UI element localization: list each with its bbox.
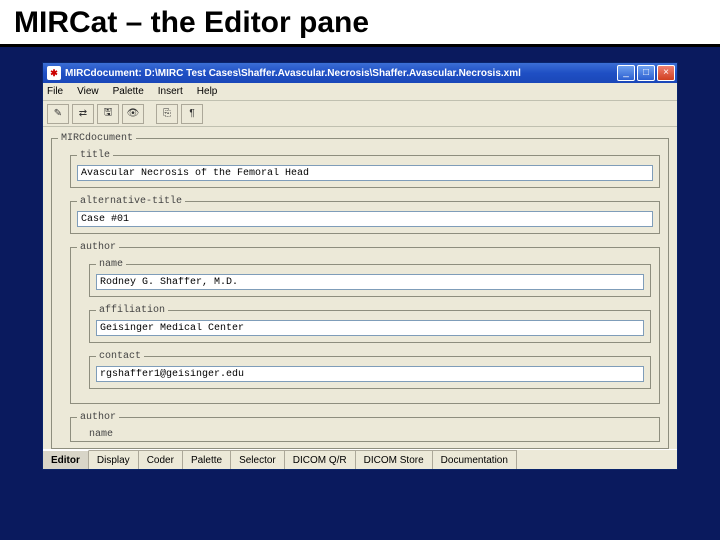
tab-display[interactable]: Display [89, 450, 139, 469]
title-label: title [77, 150, 113, 161]
close-button[interactable]: × [657, 65, 675, 81]
export-icon[interactable]: ⎘ [156, 104, 178, 124]
author1-legend: author [77, 242, 119, 253]
author1-name-group: name [89, 259, 651, 297]
mircdocument-group: MIRCdocument title alternative-title aut… [51, 133, 669, 449]
author1-contact-label: contact [96, 351, 144, 362]
title-input[interactable] [77, 165, 653, 181]
author2-name-label: name [89, 429, 653, 440]
author1-contact-group: contact [89, 351, 651, 389]
menu-view[interactable]: View [77, 86, 99, 97]
tab-dicom-store[interactable]: DICOM Store [356, 450, 433, 469]
tab-selector[interactable]: Selector [231, 450, 285, 469]
window-title: MIRCdocument: D:\MIRC Test Cases\Shaffer… [65, 68, 617, 79]
window-buttons: _ □ × [617, 65, 675, 81]
tab-coder[interactable]: Coder [139, 450, 183, 469]
new-icon[interactable]: ✎ [47, 104, 69, 124]
bottom-tabs: Editor Display Coder Palette Selector DI… [43, 449, 677, 469]
toolbar: ✎ ⇄ 🖫 👁 ⎘ ¶ [43, 101, 677, 127]
author2-legend: author [77, 412, 119, 423]
save-icon[interactable]: 🖫 [97, 104, 119, 124]
author1-name-label: name [96, 259, 126, 270]
alt-title-input[interactable] [77, 211, 653, 227]
menu-insert[interactable]: Insert [158, 86, 183, 97]
tab-dicom-qr[interactable]: DICOM Q/R [285, 450, 356, 469]
author1-name-input[interactable] [96, 274, 644, 290]
alt-title-group: alternative-title [70, 196, 660, 234]
author1-affiliation-input[interactable] [96, 320, 644, 336]
preview-icon[interactable]: 👁 [122, 104, 144, 124]
tab-palette[interactable]: Palette [183, 450, 231, 469]
menu-help[interactable]: Help [197, 86, 218, 97]
tab-documentation[interactable]: Documentation [433, 450, 517, 469]
menu-file[interactable]: File [47, 86, 63, 97]
app-icon: ✱ [47, 66, 61, 80]
title-group: title [70, 150, 660, 188]
author1-contact-input[interactable] [96, 366, 644, 382]
minimize-button[interactable]: _ [617, 65, 635, 81]
author1-group: author name affiliation contact [70, 242, 660, 404]
author1-affiliation-label: affiliation [96, 305, 168, 316]
slide-title: MIRCat – the Editor pane [0, 0, 720, 47]
menu-palette[interactable]: Palette [113, 86, 144, 97]
maximize-button[interactable]: □ [637, 65, 655, 81]
mircdocument-legend: MIRCdocument [58, 133, 136, 144]
open-icon[interactable]: ⇄ [72, 104, 94, 124]
tab-editor[interactable]: Editor [43, 450, 89, 469]
author1-affiliation-group: affiliation [89, 305, 651, 343]
alt-title-label: alternative-title [77, 196, 185, 207]
app-window: ✱ MIRCdocument: D:\MIRC Test Cases\Shaff… [42, 62, 678, 470]
author2-group: author name [70, 412, 660, 442]
editor-pane: MIRCdocument title alternative-title aut… [43, 127, 677, 449]
menubar: File View Palette Insert Help [43, 83, 677, 101]
titlebar[interactable]: ✱ MIRCdocument: D:\MIRC Test Cases\Shaff… [43, 63, 677, 83]
pilcrow-icon[interactable]: ¶ [181, 104, 203, 124]
